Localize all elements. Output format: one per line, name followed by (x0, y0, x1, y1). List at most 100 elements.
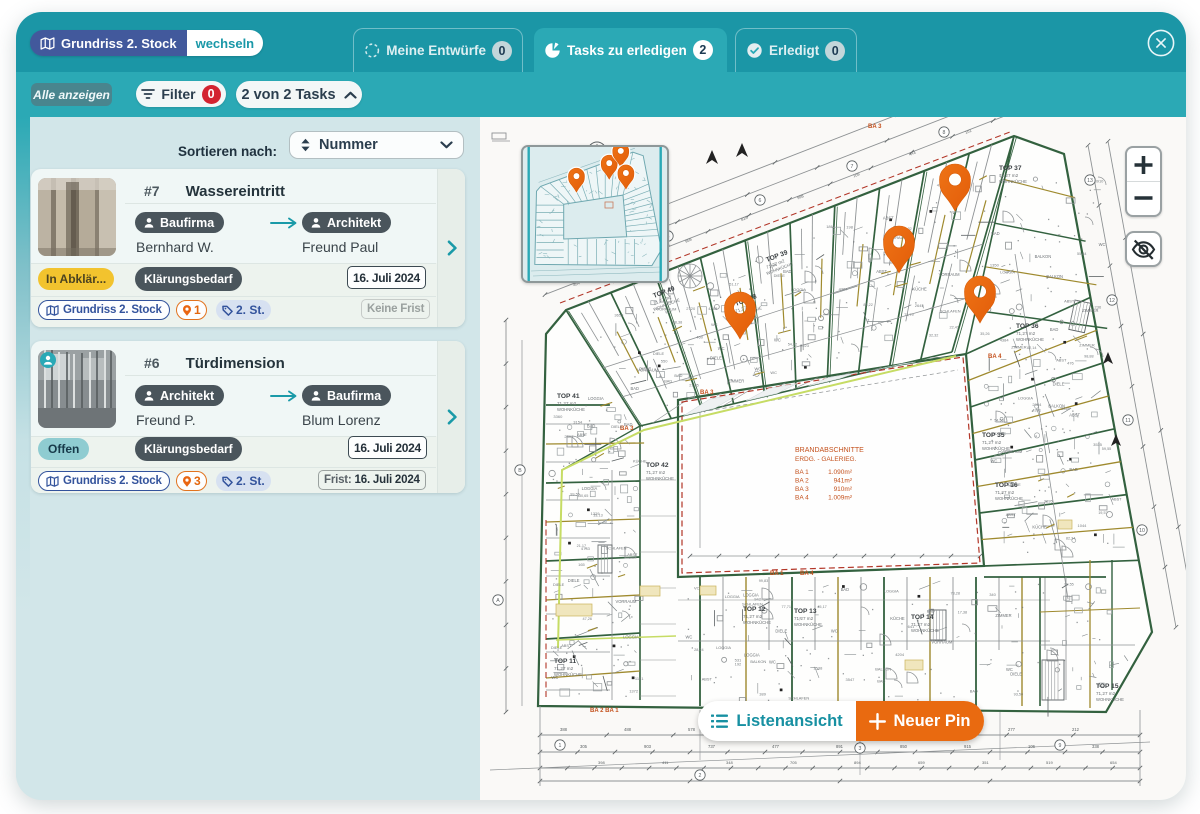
svg-text:277: 277 (1008, 727, 1016, 732)
svg-text:SCHLAFEN: SCHLAFEN (940, 309, 961, 314)
svg-text:WC: WC (769, 659, 776, 664)
svg-text:2645: 2645 (915, 303, 925, 308)
svg-text:SCHLAFEN: SCHLAFEN (606, 546, 627, 551)
svg-text:ERDG. - GALERIEG.: ERDG. - GALERIEG. (795, 456, 857, 463)
svg-text:ZIMMER: ZIMMER (728, 379, 744, 384)
svg-text:6: 6 (759, 198, 762, 204)
svg-text:531: 531 (735, 658, 742, 663)
svg-text:VORRAUM: VORRAUM (939, 272, 961, 277)
svg-text:LOGGIA: LOGGIA (716, 645, 731, 650)
svg-text:DIELE: DIELE (639, 367, 651, 372)
svg-text:TOP 13: TOP 13 (794, 608, 817, 615)
svg-text:82,14: 82,14 (1027, 346, 1037, 350)
svg-text:ABST: ABST (1064, 298, 1075, 303)
svg-text:659: 659 (918, 760, 925, 765)
svg-text:85,22: 85,22 (863, 303, 873, 307)
svg-text:WOHNKÜCHE: WOHNKÜCHE (1096, 697, 1124, 702)
svg-text:71,27 m2: 71,27 m2 (743, 614, 763, 619)
svg-text:LOGGIA: LOGGIA (623, 635, 639, 640)
svg-text:BA 3: BA 3 (700, 390, 714, 396)
svg-text:12: 12 (1109, 298, 1115, 304)
svg-text:ZIMMER: ZIMMER (995, 613, 1011, 618)
svg-text:54,82: 54,82 (788, 342, 798, 346)
svg-text:LOGGIA: LOGGIA (1018, 396, 1033, 401)
svg-text:910m²: 910m² (834, 486, 853, 493)
svg-text:WC: WC (831, 629, 838, 634)
svg-text:73,79: 73,79 (904, 313, 914, 317)
svg-text:ABST: ABST (577, 432, 588, 437)
svg-text:54,50: 54,50 (994, 419, 1004, 423)
svg-text:VORRAUM: VORRAUM (931, 639, 953, 644)
svg-text:1044: 1044 (1078, 523, 1088, 528)
svg-text:WC: WC (711, 322, 718, 327)
svg-text:1181: 1181 (635, 676, 644, 681)
svg-text:BAD: BAD (927, 609, 935, 614)
svg-text:389: 389 (759, 691, 766, 696)
svg-text:ABST: ABST (1056, 357, 1067, 362)
svg-text:11: 11 (1125, 418, 1130, 424)
svg-text:TOP 41: TOP 41 (557, 393, 580, 400)
svg-text:71,27 m2: 71,27 m2 (995, 490, 1015, 495)
svg-text:903: 903 (644, 744, 652, 749)
svg-text:WC: WC (1099, 242, 1106, 247)
svg-text:477: 477 (772, 744, 780, 749)
svg-text:198: 198 (846, 225, 853, 230)
svg-text:59,55: 59,55 (1102, 447, 1112, 451)
svg-text:BA 1: BA 1 (795, 469, 809, 476)
svg-text:3154: 3154 (573, 419, 583, 424)
svg-text:BA 2 BA 1: BA 2 BA 1 (590, 708, 619, 714)
svg-text:388: 388 (560, 727, 568, 732)
svg-text:DIELE: DIELE (568, 578, 580, 583)
svg-text:BAD: BAD (587, 423, 595, 428)
svg-text:WOHNKÜCHE: WOHNKÜCHE (646, 476, 674, 481)
svg-text:BAD: BAD (970, 689, 978, 694)
svg-text:2301: 2301 (564, 434, 574, 439)
svg-text:BALKON: BALKON (1035, 254, 1052, 259)
svg-text:BA 4: BA 4 (988, 354, 1002, 360)
svg-text:4391: 4391 (1032, 407, 1042, 412)
svg-text:3547: 3547 (846, 677, 856, 682)
svg-text:71,27 m2: 71,27 m2 (1096, 691, 1116, 696)
svg-text:411: 411 (662, 760, 669, 765)
svg-text:3360: 3360 (553, 414, 563, 419)
svg-text:4288: 4288 (708, 306, 718, 311)
svg-text:28,24: 28,24 (694, 648, 704, 652)
svg-text:519: 519 (1046, 760, 1053, 765)
svg-text:TOP 42: TOP 42 (646, 462, 669, 469)
svg-text:98,88: 98,88 (1084, 355, 1094, 359)
svg-text:BA 3: BA 3 (868, 124, 882, 130)
svg-text:TOP 12: TOP 12 (743, 606, 766, 613)
svg-text:1538: 1538 (813, 666, 823, 671)
svg-text:941m²: 941m² (834, 478, 853, 485)
svg-text:BAD: BAD (624, 422, 632, 427)
svg-text:641: 641 (908, 624, 915, 629)
svg-text:3: 3 (859, 746, 862, 752)
svg-text:71,27 m2: 71,27 m2 (557, 401, 577, 406)
svg-text:1867: 1867 (826, 224, 836, 229)
svg-text:17,38: 17,38 (958, 611, 968, 615)
svg-text:71,27 m2: 71,27 m2 (982, 440, 1002, 445)
svg-text:71,27 m2: 71,27 m2 (646, 470, 666, 475)
svg-text:TOP 36: TOP 36 (1016, 323, 1039, 330)
svg-text:VORRAUM: VORRAUM (1001, 449, 1023, 454)
svg-text:3958: 3958 (1061, 406, 1071, 411)
svg-text:71,27 m2: 71,27 m2 (999, 173, 1019, 178)
svg-text:WOHNKÜCHE: WOHNKÜCHE (911, 628, 939, 633)
svg-text:TOP 14: TOP 14 (911, 614, 934, 621)
svg-text:894: 894 (854, 760, 861, 765)
svg-text:51,17: 51,17 (729, 283, 739, 287)
svg-text:SCHLAFEN: SCHLAFEN (788, 695, 809, 700)
svg-text:4204: 4204 (895, 652, 905, 657)
svg-text:ABST: ABST (1111, 497, 1122, 502)
svg-text:22,41: 22,41 (950, 326, 960, 330)
svg-text:4284: 4284 (839, 287, 849, 292)
svg-text:ABST: ABST (702, 677, 713, 682)
svg-text:LOGGIA: LOGGIA (725, 594, 740, 599)
svg-text:BAD: BAD (1069, 467, 1077, 472)
svg-text:DIELE: DIELE (653, 351, 665, 356)
svg-text:WOHNKÜCHE: WOHNKÜCHE (557, 407, 585, 412)
svg-text:SCHLAFEN: SCHLAFEN (742, 602, 763, 607)
svg-text:KÜCHE: KÜCHE (1007, 482, 1021, 487)
svg-text:850: 850 (900, 744, 908, 749)
svg-text:915: 915 (964, 744, 972, 749)
